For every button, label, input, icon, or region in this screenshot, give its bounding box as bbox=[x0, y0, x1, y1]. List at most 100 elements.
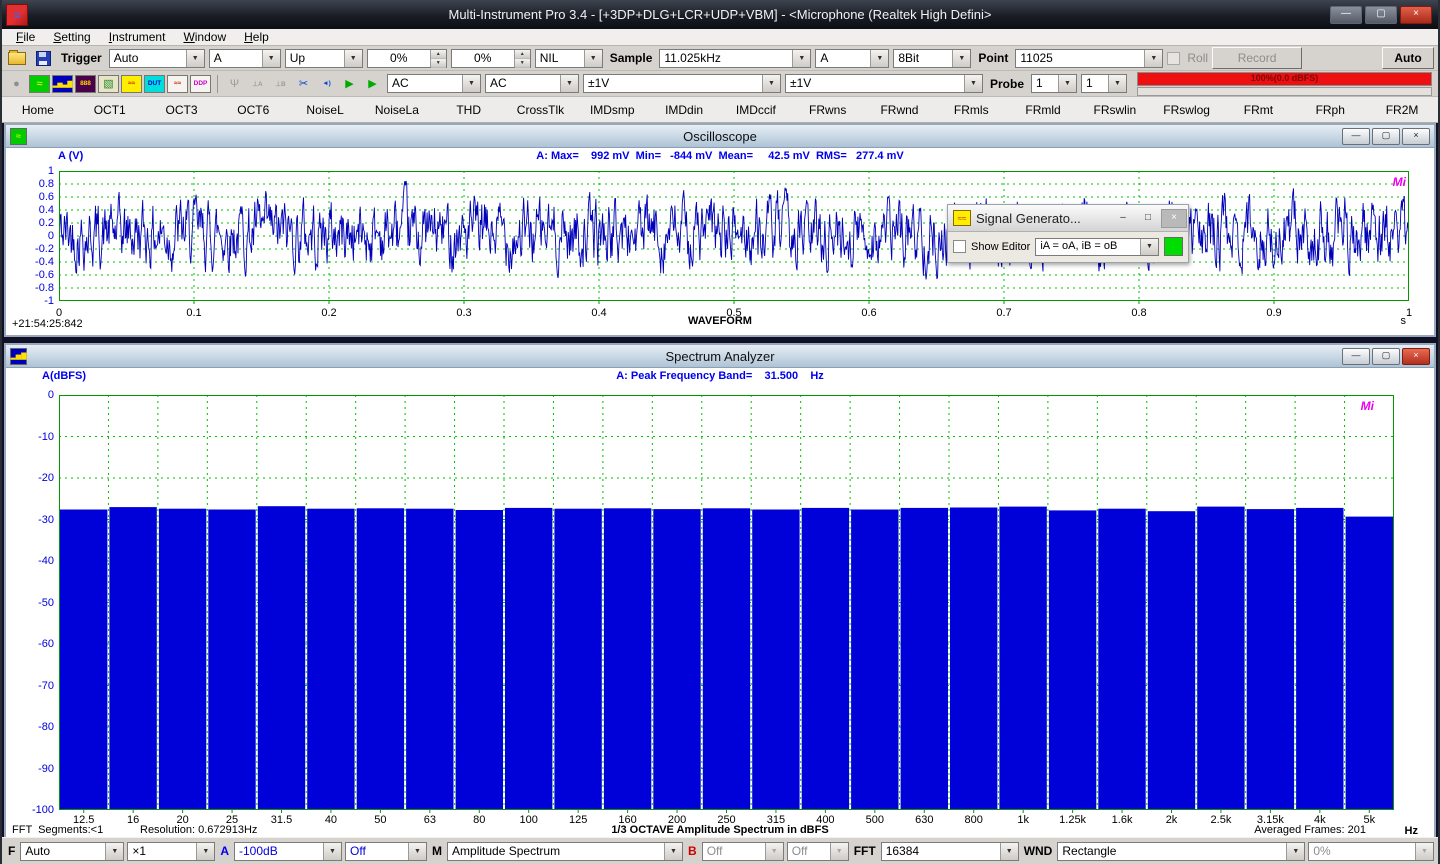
oscilloscope-icon[interactable]: ≈ bbox=[29, 75, 50, 93]
generator-run-button[interactable] bbox=[1164, 237, 1183, 256]
show-editor-checkbox[interactable] bbox=[953, 240, 966, 253]
fft-size-combo[interactable]: 16384▼ bbox=[881, 842, 1019, 861]
close-button[interactable]: × bbox=[1402, 348, 1430, 365]
tab-imdccif[interactable]: IMDccif bbox=[720, 103, 792, 117]
signal-generator-titlebar[interactable]: ≈≈ Signal Generato... – □ × bbox=[948, 205, 1188, 232]
ddp-viewer-icon[interactable]: DDP bbox=[190, 75, 211, 93]
derived-data-curves-icon[interactable]: ≈≈ bbox=[167, 75, 188, 93]
b-processing-combo[interactable]: Off▼ bbox=[787, 842, 849, 861]
ground-a-icon[interactable]: ⊥A bbox=[247, 75, 268, 93]
trigger-source-combo[interactable]: A▼ bbox=[209, 49, 281, 68]
chevron-down-icon[interactable]: ▼ bbox=[1140, 239, 1158, 255]
b-range-combo[interactable]: Off▼ bbox=[702, 842, 784, 861]
minimize-button[interactable]: — bbox=[1330, 6, 1362, 24]
trigger-hpf-combo[interactable]: NIL▼ bbox=[535, 49, 603, 68]
record-length-combo[interactable]: 11025▼ bbox=[1015, 49, 1163, 68]
frequency-axis-combo[interactable]: Auto▼ bbox=[20, 842, 124, 861]
chevron-down-icon[interactable]: ▼ bbox=[664, 843, 682, 860]
chevron-down-icon[interactable]: ▼ bbox=[323, 843, 341, 860]
close-button[interactable]: × bbox=[1161, 209, 1187, 228]
sampling-channel-combo[interactable]: A▼ bbox=[815, 49, 889, 68]
chevron-down-icon[interactable]: ▼ bbox=[1286, 843, 1304, 860]
range-a-combo[interactable]: ±1V▼ bbox=[583, 74, 781, 93]
menu-item-instrument[interactable]: Instrument bbox=[101, 30, 174, 44]
multimeter-icon[interactable]: 888 bbox=[75, 75, 96, 93]
chevron-down-icon[interactable]: ▼ bbox=[1000, 843, 1018, 860]
chevron-down-icon[interactable]: ▼ bbox=[344, 50, 362, 67]
menu-item-file[interactable]: File bbox=[8, 30, 43, 44]
a-processing-combo[interactable]: Off▼ bbox=[345, 842, 427, 861]
spectrum-titlebar[interactable]: ▂▅▇ Spectrum Analyzer — ▢ × bbox=[6, 345, 1434, 368]
save-icon[interactable] bbox=[32, 48, 54, 68]
main-titlebar[interactable]: ≈ Multi-Instrument Pro 3.4 - [+3DP+DLG+L… bbox=[2, 0, 1438, 29]
chevron-down-icon[interactable]: ▼ bbox=[196, 843, 214, 860]
tab-oct3[interactable]: OCT3 bbox=[146, 103, 218, 117]
range-b-combo[interactable]: ±1V▼ bbox=[785, 74, 983, 93]
maximize-button[interactable]: ▢ bbox=[1365, 6, 1397, 24]
a-range-combo[interactable]: -100dB▼ bbox=[234, 842, 342, 861]
window-function-combo[interactable]: Rectangle▼ bbox=[1057, 842, 1305, 861]
trigger-level-spinner[interactable]: 0%▲▼ bbox=[367, 49, 447, 68]
tab-noisel[interactable]: NoiseL bbox=[289, 103, 361, 117]
tab-frswlin[interactable]: FRswlin bbox=[1079, 103, 1151, 117]
chevron-down-icon[interactable]: ▼ bbox=[105, 843, 123, 860]
chevron-down-icon[interactable]: ▼ bbox=[560, 75, 578, 92]
auto-scaling-button[interactable]: Auto bbox=[1382, 47, 1434, 69]
chevron-down-icon[interactable]: ▼ bbox=[462, 75, 480, 92]
spin-up-icon[interactable]: ▲ bbox=[431, 50, 446, 59]
chevron-down-icon[interactable]: ▼ bbox=[186, 50, 204, 67]
chevron-down-icon[interactable]: ▼ bbox=[765, 843, 783, 860]
maximize-button[interactable]: ▢ bbox=[1372, 128, 1400, 145]
coupling-b-combo[interactable]: AC▼ bbox=[485, 74, 579, 93]
tab-noisela[interactable]: NoiseLa bbox=[361, 103, 433, 117]
chevron-down-icon[interactable]: ▼ bbox=[584, 50, 602, 67]
spectrum-plot[interactable] bbox=[59, 395, 1394, 814]
chevron-down-icon[interactable]: ▼ bbox=[964, 75, 982, 92]
tab-home[interactable]: Home bbox=[2, 103, 74, 117]
ground-b-icon[interactable]: ⊥B bbox=[270, 75, 291, 93]
minimize-button[interactable]: — bbox=[1342, 348, 1370, 365]
trigger-delay-spinner[interactable]: 0%▲▼ bbox=[451, 49, 531, 68]
tab-imdsmp[interactable]: IMDsmp bbox=[576, 103, 648, 117]
tab-frwnd[interactable]: FRwnd bbox=[864, 103, 936, 117]
tab-oct1[interactable]: OCT1 bbox=[74, 103, 146, 117]
spin-down-icon[interactable]: ▼ bbox=[431, 59, 446, 68]
tab-frwns[interactable]: FRwns bbox=[792, 103, 864, 117]
chevron-down-icon[interactable]: ▼ bbox=[952, 50, 970, 67]
spin-up-icon[interactable]: ▲ bbox=[515, 50, 530, 59]
restore-button[interactable]: □ bbox=[1136, 210, 1160, 227]
chevron-down-icon[interactable]: ▼ bbox=[1415, 843, 1433, 860]
multiplier-combo[interactable]: ×1▼ bbox=[127, 842, 215, 861]
oscilloscope-titlebar[interactable]: ≈ Oscilloscope — ▢ × bbox=[6, 125, 1434, 148]
tab-frmld[interactable]: FRmld bbox=[1007, 103, 1079, 117]
close-button[interactable]: × bbox=[1402, 128, 1430, 145]
chevron-down-icon[interactable]: ▼ bbox=[1144, 50, 1162, 67]
chevron-down-icon[interactable]: ▼ bbox=[262, 50, 280, 67]
minimize-button[interactable]: — bbox=[1342, 128, 1370, 145]
chevron-down-icon[interactable]: ▼ bbox=[408, 843, 426, 860]
menu-item-window[interactable]: Window bbox=[175, 30, 234, 44]
overlap-combo[interactable]: 0%▼ bbox=[1308, 842, 1434, 861]
microphone-icon[interactable]: Ψ bbox=[224, 75, 245, 93]
trigger-edge-combo[interactable]: Up▼ bbox=[285, 49, 363, 68]
tab-frmls[interactable]: FRmls bbox=[935, 103, 1007, 117]
tab-crosstlk[interactable]: CrossTlk bbox=[505, 103, 577, 117]
tab-imddin[interactable]: IMDdin bbox=[648, 103, 720, 117]
spectrum-analyzer-icon[interactable]: ▂▅▃▇ bbox=[52, 75, 73, 93]
maximize-button[interactable]: ▢ bbox=[1372, 348, 1400, 365]
record-button[interactable]: Record bbox=[1212, 47, 1302, 69]
open-file-icon[interactable] bbox=[6, 48, 28, 68]
chevron-down-icon[interactable]: ▼ bbox=[762, 75, 780, 92]
run-icon[interactable]: ▶ bbox=[339, 75, 360, 93]
mode-combo[interactable]: Amplitude Spectrum▼ bbox=[447, 842, 683, 861]
menu-item-help[interactable]: Help bbox=[236, 30, 277, 44]
minimize-button[interactable]: – bbox=[1111, 210, 1135, 227]
spectrum-3d-plot-icon[interactable]: ▧ bbox=[98, 75, 119, 93]
probe-a-combo[interactable]: 1▼ bbox=[1031, 74, 1077, 93]
chevron-down-icon[interactable]: ▼ bbox=[870, 50, 888, 67]
spin-down-icon[interactable]: ▼ bbox=[515, 59, 530, 68]
oscilloscope-plot[interactable] bbox=[59, 171, 1409, 305]
run-loop-icon[interactable]: ▶ bbox=[362, 75, 383, 93]
speaker-icon[interactable]: ◄) bbox=[316, 75, 337, 93]
device-test-plan-icon[interactable]: DUT bbox=[144, 75, 165, 93]
